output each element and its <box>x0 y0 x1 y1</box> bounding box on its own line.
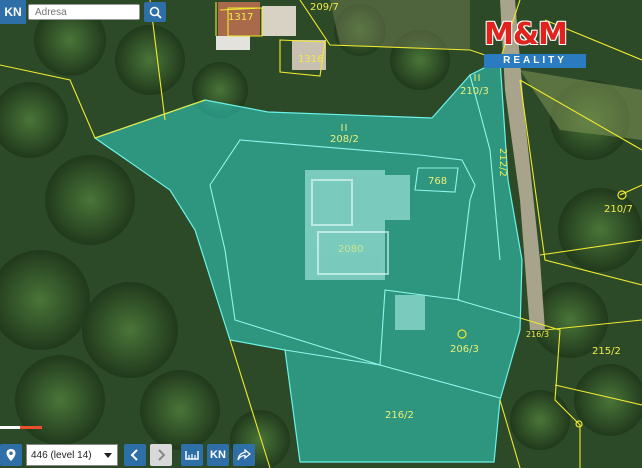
building <box>216 36 250 50</box>
mm-reality-logo: M&M REALITY <box>484 18 586 68</box>
parcel-label-209-7: 209/7 <box>310 2 339 13</box>
forward-button[interactable] <box>150 444 172 466</box>
address-search-input[interactable] <box>28 4 140 20</box>
bottom-toolbar: 446 (level 14) KN <box>0 442 642 468</box>
share-button[interactable] <box>233 444 255 466</box>
parcel-label-1316: 1316 <box>298 54 324 65</box>
parcel-label-208-2: 208/2 <box>330 134 359 145</box>
scale-bar <box>0 426 42 429</box>
parcel-label-210-3: 210/3 <box>460 86 489 97</box>
chevron-left-icon <box>130 449 138 461</box>
search-icon <box>149 6 162 19</box>
parcel-label-215-2: 215/2 <box>592 346 621 357</box>
measure-icon <box>185 451 199 460</box>
parcel-label-216-3: 216/3 <box>526 330 550 339</box>
share-icon <box>237 449 251 461</box>
back-button[interactable] <box>124 444 146 466</box>
search-button[interactable] <box>144 2 166 22</box>
logo-sub-text: REALITY <box>484 54 586 68</box>
building <box>262 6 296 36</box>
chevron-right-icon <box>158 449 166 461</box>
garden-patch <box>330 0 470 50</box>
parcel-label-768: 768 <box>428 176 448 187</box>
level-select[interactable]: 446 (level 14) <box>26 444 118 466</box>
level-select-value: 446 (level 14) <box>31 449 92 461</box>
parcel-label-1317: 1317 <box>228 12 254 23</box>
chevron-down-icon <box>104 453 112 458</box>
map-marker-icon <box>6 449 16 461</box>
kn-logo: KN <box>0 0 26 24</box>
parcel-label-206-3: 206/3 <box>450 344 479 355</box>
parcel-label-212-2: 212/2 <box>497 148 508 177</box>
logo-main-text: M&M <box>484 17 568 52</box>
parcel-label-210-7: 210/7 <box>604 204 633 215</box>
kn-button[interactable]: KN <box>207 444 229 466</box>
map-canvas[interactable] <box>0 0 642 468</box>
location-button[interactable] <box>0 444 22 466</box>
parcel-label-216-2: 216/2 <box>385 410 414 421</box>
parcel-label-2080: 2080 <box>338 244 364 255</box>
measure-button[interactable] <box>181 444 203 466</box>
